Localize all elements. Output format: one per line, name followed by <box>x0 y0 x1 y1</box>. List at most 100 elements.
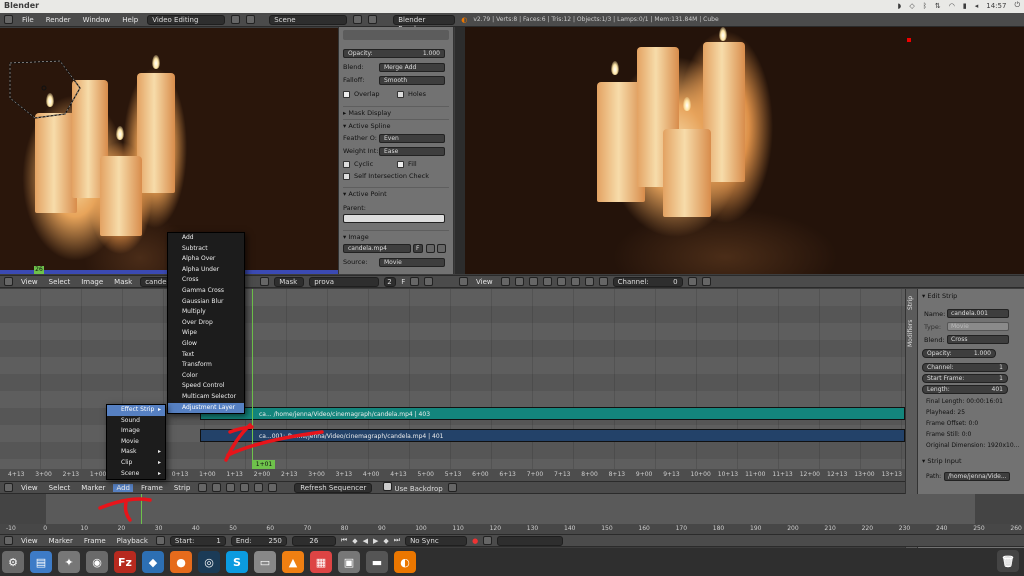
start-frame-field[interactable]: Start: 1 <box>169 535 226 546</box>
parent-field[interactable] <box>343 214 445 223</box>
menu-item[interactable]: Gaussian Blur <box>168 297 244 308</box>
playhead-line[interactable] <box>252 289 253 469</box>
menu-view[interactable]: View <box>473 278 496 286</box>
battery-icon[interactable]: ▮ <box>963 2 967 10</box>
menu-item[interactable]: Multiply <box>168 307 244 318</box>
menu-item[interactable]: Alpha Under <box>168 265 244 276</box>
mask-mode-select[interactable]: Mask <box>274 276 305 287</box>
falloff-select[interactable]: Smooth <box>379 76 445 85</box>
drive-icon[interactable]: ▭ <box>254 551 276 573</box>
keying-icon[interactable] <box>483 536 493 545</box>
menu-item[interactable]: Over Drop <box>168 318 244 329</box>
menu-image[interactable]: Image <box>78 278 106 286</box>
menu-item[interactable]: Color <box>168 371 244 382</box>
safe-areas-icon[interactable] <box>701 277 711 286</box>
opacity-field[interactable]: Opacity: 1.000 <box>343 49 445 58</box>
movie-strip-blue[interactable]: ca...001: /home/jenna/Video/cinemagraph/… <box>200 429 905 442</box>
mask-fake-user[interactable]: F <box>401 278 405 286</box>
active-spline-header[interactable]: ▾ Active Spline <box>343 119 449 130</box>
menu-render[interactable]: Render <box>43 16 74 24</box>
timeline-playhead[interactable] <box>141 494 142 524</box>
menu-item[interactable]: Add <box>168 233 244 244</box>
timeline-area[interactable] <box>0 494 1024 524</box>
snap-mode-icon[interactable] <box>268 483 278 492</box>
menu-add[interactable]: Add <box>113 483 133 492</box>
active-point-header[interactable]: ▾ Active Point <box>343 187 449 198</box>
screen-layout-field[interactable]: Video Editing <box>147 14 226 25</box>
fill-checkbox[interactable] <box>397 160 404 168</box>
channel-g-icon[interactable] <box>542 277 552 286</box>
menu-view[interactable]: View <box>18 278 41 286</box>
overlap-checkbox[interactable] <box>343 90 350 98</box>
menu-help[interactable]: Help <box>119 16 141 24</box>
ubuntu-settings-icon[interactable]: ⚙ <box>2 551 24 573</box>
strip-channel-field[interactable]: Channel: 1 <box>922 363 1008 372</box>
firefox-icon[interactable]: ● <box>170 551 192 573</box>
tab-modifiers[interactable]: Modifiers <box>907 317 917 349</box>
proxy-icon[interactable] <box>598 277 608 286</box>
add-screen-icon[interactable] <box>231 15 241 24</box>
vscode-icon[interactable]: ◆ <box>142 551 164 573</box>
editor-type-icon[interactable] <box>4 483 13 492</box>
menu-item[interactable]: Transform <box>168 360 244 371</box>
open-image-icon[interactable] <box>426 244 435 253</box>
view-type-icon[interactable] <box>198 483 208 492</box>
holes-checkbox[interactable] <box>397 90 404 98</box>
add-scene-icon[interactable] <box>353 15 363 24</box>
use-backdrop-checkbox[interactable] <box>383 482 393 491</box>
preview-view-icon[interactable] <box>226 483 236 492</box>
channel-b-icon[interactable] <box>556 277 566 286</box>
unlink-mask-icon[interactable] <box>424 277 434 286</box>
current-frame-field[interactable]: 26 <box>291 535 336 546</box>
editor-type-icon[interactable] <box>459 277 468 286</box>
system-settings-icon[interactable]: ✦ <box>58 551 80 573</box>
strip-path-field[interactable]: /home/jenna/Vide... <box>944 472 1010 481</box>
mask-display-header[interactable]: ▸ Mask Display <box>343 106 449 117</box>
pin-icon[interactable] <box>260 277 270 286</box>
menu-playback[interactable]: Playback <box>114 537 151 545</box>
channel-a-icon[interactable] <box>570 277 580 286</box>
volume-icon[interactable]: ◂ <box>975 2 979 10</box>
overlay-icon[interactable] <box>687 277 697 286</box>
menu-item[interactable]: Adjustment Layer <box>168 402 244 414</box>
blender-icon[interactable]: ◐ <box>394 551 416 573</box>
wifi-icon[interactable]: ◠ <box>949 2 955 10</box>
menu-item[interactable]: Clip ▸ <box>107 458 165 469</box>
backdrop-icon[interactable] <box>584 277 594 286</box>
menu-item[interactable]: Alpha Over <box>168 254 244 265</box>
remove-scene-icon[interactable] <box>368 15 378 24</box>
movie-strip-teal[interactable]: ca... /home/jenna/Video/cinemagraph/cand… <box>200 407 905 420</box>
strip-start-field[interactable]: Start Frame: 1 <box>922 374 1008 383</box>
strip-name-field[interactable]: candela.001 <box>947 309 1009 318</box>
next-keyframe-icon[interactable]: ◆ <box>383 537 388 545</box>
cyclic-checkbox[interactable] <box>343 160 350 168</box>
menu-item[interactable]: Movie <box>107 437 165 448</box>
calendar-icon[interactable]: ▦ <box>310 551 332 573</box>
menu-marker[interactable]: Marker <box>46 537 76 545</box>
jump-end-icon[interactable]: ⏭ <box>394 536 400 545</box>
menu-frame[interactable]: Frame <box>81 537 109 545</box>
menu-select[interactable]: Select <box>46 278 74 286</box>
editor-type-icon[interactable] <box>4 536 13 545</box>
play-icon[interactable]: ▶ <box>373 537 378 545</box>
snap-icon[interactable] <box>254 483 264 492</box>
editor-type-icon[interactable] <box>4 277 13 286</box>
menu-item[interactable]: Image <box>107 426 165 437</box>
menu-mask[interactable]: Mask <box>111 278 135 286</box>
close-image-icon[interactable] <box>437 244 446 253</box>
jump-start-icon[interactable]: ⏮ <box>341 536 347 545</box>
menu-marker[interactable]: Marker <box>78 484 108 492</box>
display-mode-icon[interactable] <box>514 277 524 286</box>
keying-set-field[interactable] <box>497 535 564 546</box>
strip-input-header[interactable]: ▾ Strip Input <box>922 457 962 465</box>
image-header[interactable]: ▾ Image <box>343 230 449 241</box>
tab-strip[interactable]: Strip <box>907 293 917 313</box>
menu-item[interactable]: Effect Strip ▸ <box>107 405 165 416</box>
menu-item[interactable]: Wipe <box>168 328 244 339</box>
end-frame-field[interactable]: End: 250 <box>230 535 287 546</box>
power-icon[interactable]: ⏻ <box>1014 1 1020 10</box>
network-icon[interactable]: ◗ <box>898 2 902 10</box>
self-intersection-checkbox[interactable] <box>343 172 350 180</box>
menu-item[interactable]: Gamma Cross <box>168 286 244 297</box>
menu-window[interactable]: Window <box>80 16 114 24</box>
